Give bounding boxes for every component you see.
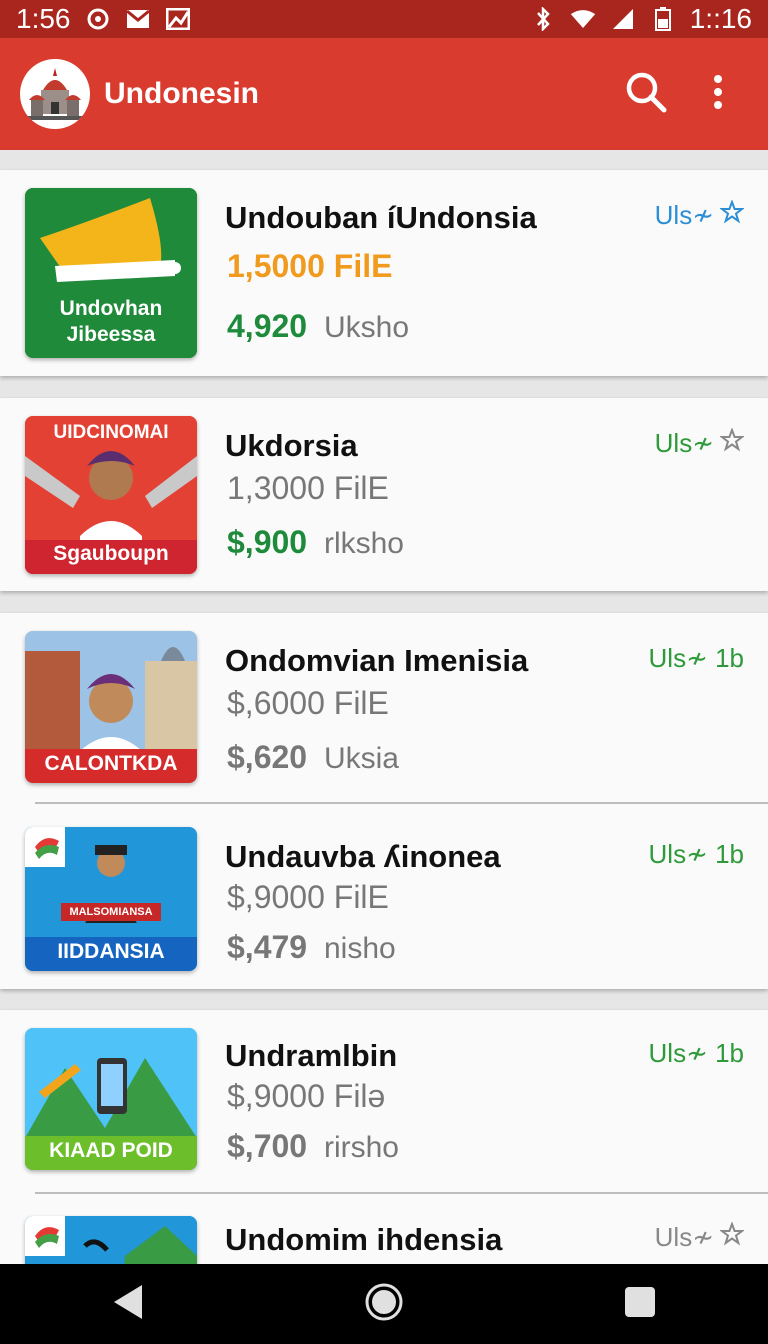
- price-row: $,700 rirsho: [227, 1128, 399, 1165]
- rating-badge[interactable]: Uls≁: [654, 427, 745, 459]
- app-card: UIDCINOMAI Sgaubоupn Ukdorsia 1,3000 Fil…: [0, 398, 768, 591]
- image-icon: [165, 8, 191, 30]
- app-thumbnail: CALONTKDA: [25, 631, 197, 783]
- recents-icon: [624, 1286, 656, 1323]
- badge-label: Uls≁ 1b: [648, 643, 744, 673]
- price: $,700: [227, 1128, 308, 1164]
- home-icon: [364, 1282, 404, 1327]
- mail-icon: [125, 8, 151, 30]
- thumbnail-caption: CALONTKDA: [44, 752, 178, 775]
- thumbnail-caption: Sgaubоupn: [53, 542, 169, 565]
- rating-badge[interactable]: Uls≁: [654, 199, 745, 231]
- rating-badge[interactable]: Uls≁ 1b: [649, 839, 744, 870]
- app-bar: Undonesin: [0, 38, 768, 150]
- price: $,479: [227, 929, 308, 965]
- back-icon: [112, 1283, 144, 1326]
- price-note: Uksho: [323, 311, 410, 344]
- price-note: rirsho: [323, 1131, 399, 1164]
- more-vert-icon: [712, 74, 724, 115]
- status-bar: 1:56 1::16: [0, 0, 768, 38]
- search-button[interactable]: [616, 64, 676, 124]
- list-item[interactable]: MALSOMIANSA IIDDANSIA Undauvba ʎinonea $…: [0, 809, 768, 999]
- app-name: Ondomvian Imenisia: [225, 643, 529, 678]
- navigation-bar: [0, 1264, 768, 1344]
- app-logo: [20, 59, 90, 129]
- badge-label: Uls≁ 1b: [648, 1038, 744, 1068]
- list-item[interactable]: KIAAD POID Undramlbin $,9000 Filə $,700 …: [0, 1010, 768, 1200]
- price: $,620: [227, 739, 308, 775]
- thumbnail-caption: Undovhan Jibeessa: [59, 297, 163, 346]
- price-row: 4,920 Uksho: [227, 308, 409, 345]
- price-note: nisho: [323, 932, 396, 965]
- app-thumbnail: KIAAD POID: [25, 1028, 197, 1170]
- file-size: 1,3000 FilE: [227, 470, 389, 506]
- app-thumbnail: MALSOMIANSA IIDDANSIA: [25, 827, 197, 971]
- divider: [35, 802, 768, 804]
- price: $,900: [227, 524, 308, 560]
- file-size: $,9000 FilE: [227, 879, 389, 915]
- price-note: rlksho: [323, 527, 404, 560]
- app-name: Undauvba ʎinonea: [225, 839, 501, 874]
- star-icon: [719, 1221, 745, 1253]
- list-item[interactable]: UIDCINOMAI Sgaubоupn Ukdorsia 1,3000 Fil…: [0, 398, 768, 588]
- home-button[interactable]: [349, 1269, 419, 1339]
- signal-icon: [610, 8, 636, 30]
- sync-icon: [85, 8, 111, 30]
- app-thumbnail: UIDCINOMAI Sgaubоupn: [25, 416, 197, 574]
- thumbnail-caption: IIDDANSIA: [57, 940, 165, 963]
- price: 4,920: [227, 308, 308, 344]
- thumbnail-top-text: UIDCINOMAI: [53, 422, 169, 443]
- star-icon: [719, 427, 745, 459]
- file-size: $,6000 FilE: [227, 685, 389, 721]
- list-item[interactable]: CALONTKDA Ondomvian Imenisia $,6000 FilE…: [0, 613, 768, 803]
- price-note: Uksia: [323, 742, 399, 775]
- price-row: $,479 nisho: [227, 929, 396, 966]
- badge-label: Uls≁: [654, 200, 714, 230]
- search-icon: [624, 70, 668, 119]
- file-size: 1,5000 FilE: [227, 248, 393, 284]
- list-item[interactable]: Undovhan Jibeessa Undouban íUndonsia 1,5…: [0, 170, 768, 360]
- app-card: Undovhan Jibeessa Undouban íUndonsia 1,5…: [0, 170, 768, 376]
- app-card: KIAAD POID Undramlbin $,9000 Filə $,700 …: [0, 1010, 768, 1264]
- app-card: CALONTKDA Ondomvian Imenisia $,6000 FilE…: [0, 613, 768, 989]
- badge-label: Uls≁: [654, 428, 714, 458]
- divider: [35, 1192, 768, 1194]
- rating-badge[interactable]: Uls≁ 1b: [649, 1038, 744, 1069]
- back-button[interactable]: [93, 1269, 163, 1339]
- thumbnail-ribbon: MALSOMIANSA: [69, 906, 153, 918]
- bluetooth-icon: [530, 7, 556, 31]
- app-list[interactable]: Undovhan Jibeessa Undouban íUndonsia 1,5…: [0, 150, 768, 1264]
- badge-label: Uls≁: [654, 1222, 714, 1252]
- status-time: 1:56: [16, 3, 71, 34]
- status-time-right: 1::16: [689, 3, 752, 34]
- rating-badge[interactable]: Uls≁ 1b: [649, 643, 744, 674]
- recents-button[interactable]: [605, 1269, 675, 1339]
- badge-label: Uls≁ 1b: [648, 839, 744, 869]
- app-thumbnail: Undovhan Jibeessa: [25, 188, 197, 358]
- list-item[interactable]: Undomim ihdensia Uls≁: [0, 1200, 768, 1264]
- file-size: $,9000 Filə: [227, 1078, 386, 1114]
- star-icon: [719, 199, 745, 231]
- overflow-menu-button[interactable]: [688, 64, 748, 124]
- price-row: $,620 Uksia: [227, 739, 399, 776]
- app-name: Undomim ihdensia: [225, 1222, 503, 1257]
- app-title: Undonesin: [104, 77, 259, 110]
- thumbnail-caption: KIAAD POID: [49, 1139, 173, 1162]
- price-row: $,900 rlksho: [227, 524, 404, 561]
- battery-icon: [650, 7, 676, 31]
- app-name: Ukdorsia: [225, 428, 358, 463]
- rating-badge[interactable]: Uls≁: [654, 1221, 745, 1253]
- app-name: Undouban íUndonsia: [225, 200, 537, 235]
- app-name: Undramlbin: [225, 1038, 398, 1073]
- wifi-icon: [570, 8, 596, 30]
- app-thumbnail: [25, 1216, 197, 1264]
